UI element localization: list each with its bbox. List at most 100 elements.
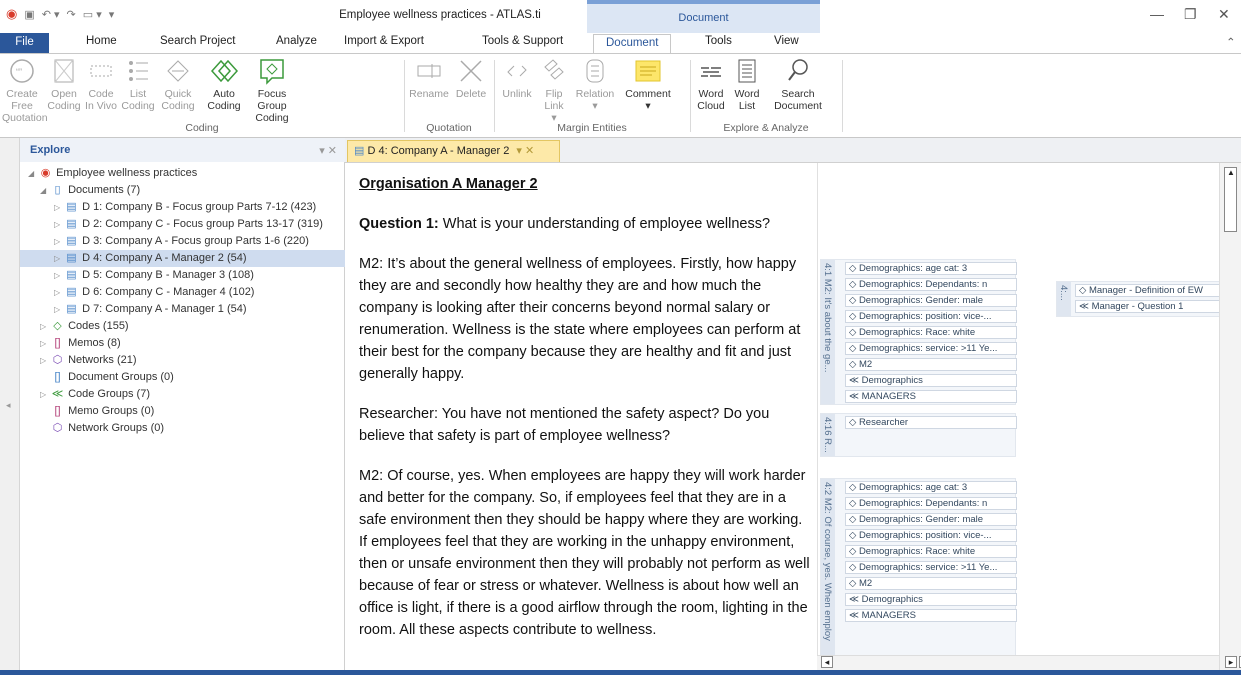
scroll-thumb[interactable]: ▲: [1224, 167, 1237, 232]
tree-item-document[interactable]: ▷ ▤ D 3: Company A - Focus group Parts 1-…: [20, 233, 345, 250]
tree-item-document[interactable]: ▷ ▤ D 6: Company C - Manager 4 (102): [20, 284, 345, 301]
open-coding-button[interactable]: Open Coding: [44, 54, 84, 112]
focus-group-coding-button[interactable]: Focus Group Coding: [244, 54, 300, 124]
expand-arrow-icon[interactable]: ▷: [54, 216, 64, 233]
expand-arrow-icon[interactable]: ▷: [54, 233, 64, 250]
tree-item-document[interactable]: ▷ ▤ D 5: Company B - Manager 3 (108): [20, 267, 345, 284]
code-tag[interactable]: ◇ Demographics: Dependants: n: [845, 278, 1017, 291]
expand-arrow-icon[interactable]: ▷: [54, 301, 64, 318]
tree-item-document[interactable]: ▷ ▤ D 2: Company C - Focus group Parts 13…: [20, 216, 345, 233]
word-cloud-button[interactable]: Word Cloud: [694, 54, 728, 112]
quotation-margin-group[interactable]: 4:2 M2: Of course, yes. When employ ◇ De…: [820, 478, 1017, 668]
quotation-bar[interactable]: 4:16 R...: [821, 414, 835, 456]
quick-coding-button[interactable]: Quick Coding: [158, 54, 198, 112]
code-tag[interactable]: ◇ Demographics: Dependants: n: [845, 497, 1017, 510]
code-tag[interactable]: ◇ Demographics: position: vice-...: [845, 529, 1017, 542]
code-tag[interactable]: ◇ Manager - Definition of EW: [1075, 284, 1221, 297]
code-group-tag[interactable]: ≪ Demographics: [845, 374, 1017, 387]
code-group-tag[interactable]: ≪ Demographics: [845, 593, 1017, 606]
tree-item-networks[interactable]: ▷ ⬡ Networks (21): [20, 352, 345, 369]
restore-icon[interactable]: ❐: [1184, 6, 1197, 23]
tree-item-network-groups[interactable]: ⬡ Network Groups (0): [20, 420, 345, 437]
code-tag[interactable]: ◇ Demographics: position: vice-...: [845, 310, 1017, 323]
document-text[interactable]: Organisation A Manager 2 Question 1: Wha…: [359, 173, 814, 659]
pane-close-icon[interactable]: ▾ ✕: [319, 144, 337, 157]
document-view[interactable]: Organisation A Manager 2 Question 1: Wha…: [345, 163, 817, 675]
document-tab[interactable]: ▤ D 4: Company A - Manager 2 ▾ ✕: [347, 140, 560, 162]
expand-arrow-icon[interactable]: ▷: [40, 352, 50, 369]
scroll-left-icon[interactable]: ◂: [821, 656, 833, 668]
tree-item-document[interactable]: ▷ ▤ D 1: Company B - Focus group Parts 7-…: [20, 199, 345, 216]
expand-left-icon[interactable]: ◂: [6, 400, 11, 411]
delete-button[interactable]: Delete: [452, 54, 490, 100]
quotation-bar[interactable]: 4:1 M2: It's about the ge...: [821, 260, 835, 404]
create-free-quotation-button[interactable]: “” Create Free Quotation: [2, 54, 48, 124]
auto-coding-button[interactable]: Auto Coding: [206, 54, 242, 112]
tab-import-export[interactable]: Import & Export: [344, 35, 424, 47]
code-tag[interactable]: ◇ Demographics: service: >11 Ye...: [845, 342, 1017, 355]
tab-tools[interactable]: Tools: [705, 35, 732, 47]
code-tag[interactable]: ◇ Researcher: [845, 416, 1017, 429]
collapse-ribbon-icon[interactable]: ⌃: [1226, 35, 1236, 49]
tree-item-project[interactable]: ◢ ◉ Employee wellness practices: [20, 165, 345, 182]
expand-arrow-icon[interactable]: ▷: [54, 284, 64, 301]
code-tag[interactable]: ◇ Demographics: age cat: 3: [845, 262, 1017, 275]
tab-tools-support[interactable]: Tools & Support: [482, 35, 563, 47]
quotation-bar[interactable]: 4:2 M2: Of course, yes. When employ: [821, 479, 835, 667]
expand-arrow-icon[interactable]: ▷: [40, 335, 50, 352]
code-tag[interactable]: ◇ M2: [845, 358, 1017, 371]
code-tag[interactable]: ◇ Demographics: service: >11 Ye...: [845, 561, 1017, 574]
expand-arrow-icon[interactable]: ▷: [40, 386, 50, 403]
tab-analyze[interactable]: Analyze: [276, 35, 317, 47]
tree-item-memos[interactable]: ▷[] Memos (8): [20, 335, 345, 352]
tree-item-documents[interactable]: ◢ ▯ Documents (7): [20, 182, 345, 199]
tab-view[interactable]: View: [774, 35, 799, 47]
comment-button[interactable]: Comment ▾: [622, 54, 674, 112]
tab-document[interactable]: Document: [593, 34, 672, 53]
scroll-up-icon[interactable]: ▲: [1227, 168, 1235, 177]
code-group-tag[interactable]: ≪ Manager - Question 1: [1075, 300, 1221, 313]
tree-item-codes[interactable]: ▷ ◇ Codes (155): [20, 318, 345, 335]
code-in-vivo-button[interactable]: Code In Vivo: [84, 54, 118, 112]
expand-arrow-icon[interactable]: ▷: [54, 250, 64, 267]
search-document-button[interactable]: Search Document: [770, 54, 826, 112]
code-tag[interactable]: ◇ Demographics: Gender: male: [845, 513, 1017, 526]
tab-home[interactable]: Home: [86, 35, 117, 47]
tab-search-project[interactable]: Search Project: [160, 35, 235, 47]
expand-arrow-icon[interactable]: ▷: [40, 318, 50, 335]
rename-button[interactable]: Rename: [408, 54, 450, 100]
quotation-margin-group[interactable]: 4:16 R... ◇ Researcher: [820, 413, 1017, 457]
tree-item-memo-groups[interactable]: [] Memo Groups (0): [20, 403, 345, 420]
scroll-right-icon[interactable]: ▸: [1225, 656, 1237, 668]
relation-button[interactable]: Relation ▾: [572, 54, 618, 112]
expand-arrow-icon[interactable]: ▷: [54, 267, 64, 284]
left-collapse-strip[interactable]: ◂: [0, 138, 20, 675]
list-coding-button[interactable]: List Coding: [120, 54, 156, 112]
quotation-bar[interactable]: 4:...: [1057, 282, 1071, 316]
code-tag[interactable]: ◇ Demographics: Gender: male: [845, 294, 1017, 307]
close-icon[interactable]: ✕: [1218, 6, 1230, 23]
code-group-tag[interactable]: ≪ MANAGERS: [845, 390, 1017, 403]
tree-item-code-groups[interactable]: ▷ ≪ Code Groups (7): [20, 386, 345, 403]
horizontal-scrollbar[interactable]: ◂ ▸ ▾: [817, 655, 1241, 670]
collapse-arrow-icon[interactable]: ◢: [28, 165, 38, 182]
code-group-tag[interactable]: ≪ MANAGERS: [845, 609, 1017, 622]
unlink-button[interactable]: Unlink: [498, 54, 536, 100]
code-tag[interactable]: ◇ M2: [845, 577, 1017, 590]
collapse-arrow-icon[interactable]: ◢: [40, 182, 50, 199]
minimize-icon[interactable]: —: [1150, 6, 1164, 22]
word-list-button[interactable]: Word List: [730, 54, 764, 112]
tab-file[interactable]: File: [0, 33, 49, 53]
tab-close-icon[interactable]: ▾ ✕: [516, 145, 534, 157]
quotation-margin-group[interactable]: 4:1 M2: It's about the ge... ◇ Demograph…: [820, 259, 1017, 405]
code-tag[interactable]: ◇ Demographics: Race: white: [845, 545, 1017, 558]
expand-arrow-icon[interactable]: ▷: [54, 199, 64, 216]
code-tag[interactable]: ◇ Demographics: age cat: 3: [845, 481, 1017, 494]
vertical-scrollbar[interactable]: ▲: [1219, 163, 1241, 670]
flip-link-button[interactable]: Flip Link ▾: [538, 54, 570, 124]
code-tag[interactable]: ◇ Demographics: Race: white: [845, 326, 1017, 339]
tree-item-document-selected[interactable]: ▷ ▤ D 4: Company A - Manager 2 (54): [20, 250, 345, 267]
quotation-margin-group[interactable]: 4:... ◇ Manager - Definition of EW ≪ Man…: [1056, 281, 1221, 317]
tree-item-document-groups[interactable]: [] Document Groups (0): [20, 369, 345, 386]
tree-item-document[interactable]: ▷ ▤ D 7: Company A - Manager 1 (54): [20, 301, 345, 318]
